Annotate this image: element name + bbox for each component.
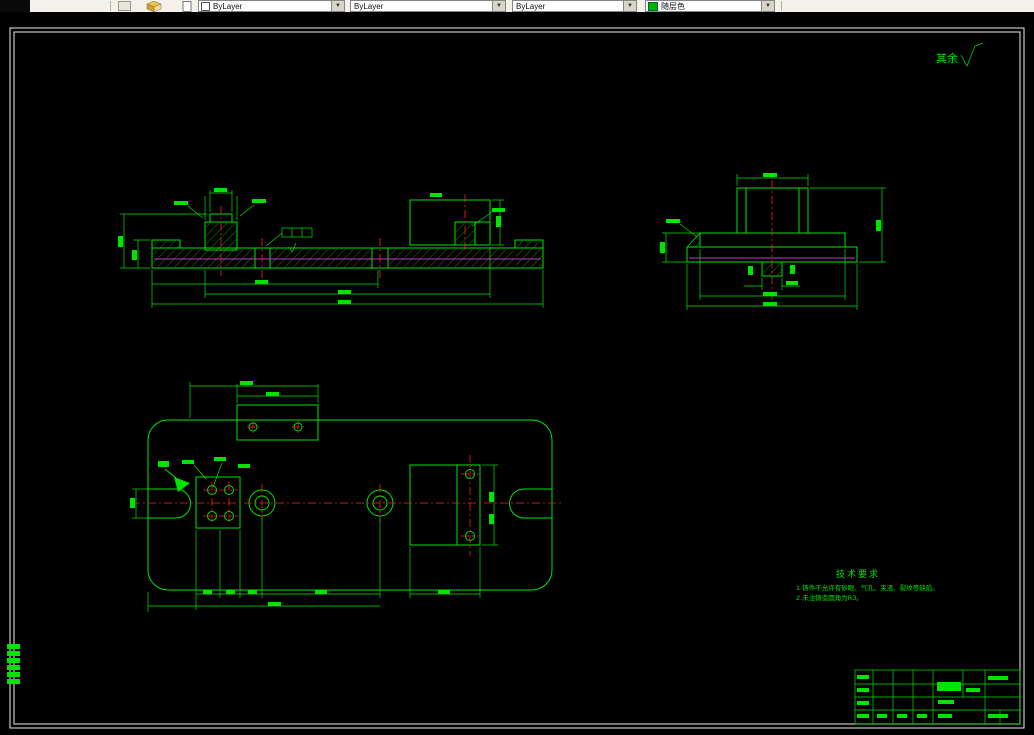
surface-note-text: 其余 <box>936 51 958 65</box>
cad-window: ByLayer ▼ ByLayer ▼ ByLayer ▼ 随层色 ▼ 其余 技… <box>0 0 1034 735</box>
sheet-icon[interactable] <box>182 0 192 12</box>
object-properties-toolbar: ByLayer ▼ ByLayer ▼ ByLayer ▼ 随层色 ▼ <box>0 0 1034 12</box>
tech-requirements-title: 技术要求 <box>836 568 880 580</box>
title-block <box>854 669 1021 725</box>
tech-requirement-item: 2.未注铸造圆角为R3。 <box>796 593 863 602</box>
plan-view <box>130 381 564 612</box>
front-section-view <box>118 188 544 308</box>
tech-requirement-item: 1.铸件不允许有砂眼、气孔、夹渣、裂纹等缺陷。 <box>796 583 939 592</box>
chevron-down-icon[interactable]: ▼ <box>492 1 505 11</box>
lineweight-combo-value: ByLayer <box>516 1 546 11</box>
chevron-down-icon[interactable]: ▼ <box>761 1 774 11</box>
side-view <box>660 173 886 310</box>
chevron-down-icon[interactable]: ▼ <box>623 1 636 11</box>
surface-roughness-note: 其余 <box>936 42 984 67</box>
color-combo[interactable]: 随层色 ▼ <box>645 0 775 12</box>
toolbar-dark-segment <box>0 0 30 12</box>
cube-icon[interactable] <box>146 0 162 12</box>
chevron-down-icon[interactable]: ▼ <box>331 1 344 11</box>
layer-combo-value: ByLayer <box>213 1 243 11</box>
linetype-combo-value: ByLayer <box>354 1 384 11</box>
sheet-frame <box>9 27 1025 729</box>
color-swatch <box>648 1 658 11</box>
toolbar-button[interactable] <box>118 1 131 11</box>
color-combo-value: 随层色 <box>661 1 685 11</box>
layer-combo[interactable]: ByLayer ▼ <box>198 0 345 12</box>
linetype-combo[interactable]: ByLayer ▼ <box>350 0 506 12</box>
roughness-icon <box>960 42 984 67</box>
toolbar-separator <box>781 1 782 11</box>
lineweight-combo[interactable]: ByLayer ▼ <box>512 0 637 12</box>
drawing-canvas[interactable]: 其余 技术要求 1.铸件不允许有砂眼、气孔、夹渣、裂纹等缺陷。 2.未注铸造圆角… <box>0 0 1034 735</box>
tech-requirements: 技术要求 1.铸件不允许有砂眼、气孔、夹渣、裂纹等缺陷。 2.未注铸造圆角为R3… <box>796 568 939 602</box>
layer-state-icon <box>201 1 210 11</box>
toolbar-separator <box>110 1 111 11</box>
